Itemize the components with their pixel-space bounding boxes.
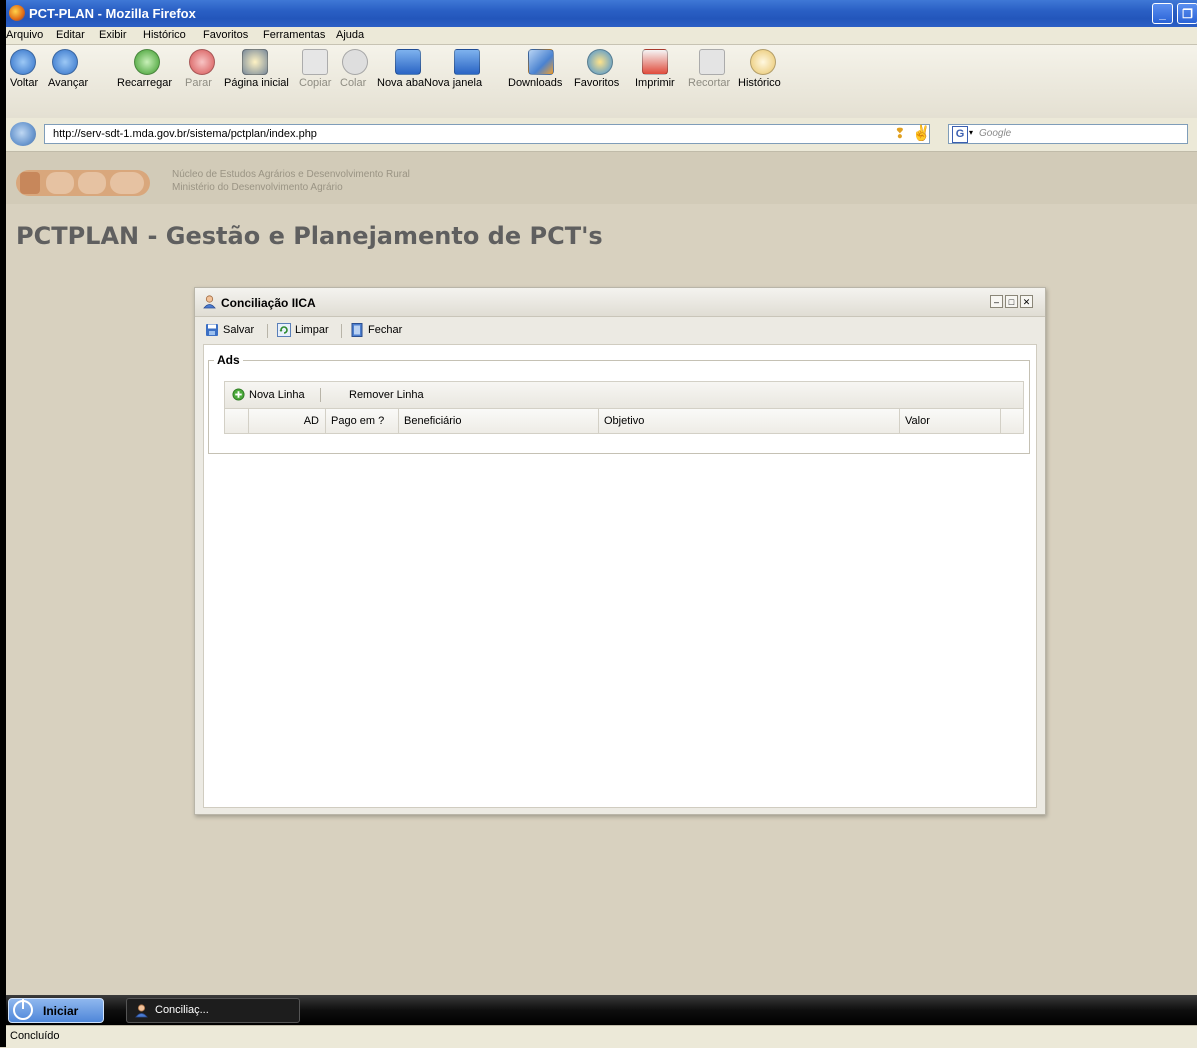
search-input[interactable]: G ▾ Google	[948, 124, 1188, 144]
menu-bar: Arquivo Editar Exibir Histórico Favorito…	[6, 27, 1197, 45]
menu-editar[interactable]: Editar	[56, 29, 85, 41]
print-icon	[642, 49, 668, 75]
bookmarks-icon	[587, 49, 613, 75]
new-window-icon	[454, 49, 480, 75]
taskbar-item-conciliacao[interactable]: Conciliaç...	[126, 998, 300, 1023]
column-valor[interactable]: Valor	[900, 409, 1001, 433]
menu-historico[interactable]: Histórico	[143, 29, 186, 41]
power-icon	[13, 999, 33, 1020]
history-icon	[750, 49, 776, 75]
minimize-button[interactable]: _	[1152, 3, 1173, 24]
bookmarks-button[interactable]: Favoritos	[574, 49, 619, 89]
status-bar: Concluído	[6, 1025, 1197, 1048]
grid-header: AD Pago em ? Beneficiário Objetivo Valor	[225, 409, 1023, 433]
back-button[interactable]: Voltar	[10, 49, 38, 89]
ads-grid: Nova Linha Remover Linha AD Pago em ? Be…	[224, 381, 1024, 434]
status-text: Concluído	[10, 1030, 60, 1042]
new-window-button[interactable]: Nova janela	[424, 49, 482, 89]
new-tab-icon	[395, 49, 421, 75]
cut-button[interactable]: Recortar	[688, 49, 730, 89]
paste-button[interactable]: Colar	[340, 49, 368, 89]
menu-arquivo[interactable]: Arquivo	[6, 29, 43, 41]
restore-button[interactable]: ❐	[1177, 3, 1197, 24]
page-title: PCTPLAN - Gestão e Planejamento de PCT's	[16, 222, 603, 250]
reload-button[interactable]: Recarregar	[117, 49, 172, 89]
close-button[interactable]: Fechar	[350, 323, 402, 337]
user-icon	[135, 1004, 148, 1018]
column-ad[interactable]: AD	[249, 409, 326, 433]
menu-ajuda[interactable]: Ajuda	[336, 29, 364, 41]
clear-button[interactable]: Limpar	[277, 323, 329, 337]
window-close-button[interactable]: ✕	[1020, 295, 1033, 308]
row-numberer-column	[225, 409, 249, 433]
site-header: Núcleo de Estudos Agrários e Desenvolvim…	[6, 152, 1197, 204]
reload-icon	[134, 49, 160, 75]
stop-icon	[189, 49, 215, 75]
menu-exibir[interactable]: Exibir	[99, 29, 127, 41]
downloads-icon	[528, 49, 554, 75]
column-objetivo[interactable]: Objetivo	[599, 409, 900, 433]
user-icon	[203, 295, 216, 309]
menu-favoritos[interactable]: Favoritos	[203, 29, 248, 41]
copy-icon	[302, 49, 328, 75]
window-toolbar: Salvar Limpar Fechar	[195, 317, 1045, 343]
google-engine-icon[interactable]: G	[952, 126, 968, 143]
page-content: Núcleo de Estudos Agrários e Desenvolvim…	[6, 152, 1197, 995]
column-pago-em[interactable]: Pago em ?	[326, 409, 399, 433]
toolbar-separator	[341, 324, 342, 338]
save-icon	[206, 324, 218, 336]
organization-name: Núcleo de Estudos Agrários e Desenvolvim…	[172, 169, 410, 193]
menu-ferramentas[interactable]: Ferramentas	[263, 29, 325, 41]
window-body: Ads Nova Linha Remover Linha AD Pago em …	[203, 344, 1037, 808]
search-placeholder: Google	[979, 128, 1012, 139]
back-icon	[10, 49, 36, 75]
engine-dropdown-icon[interactable]: ▾	[969, 128, 973, 137]
url-input[interactable]: http://serv-sdt-1.mda.gov.br/sistema/pct…	[44, 124, 930, 144]
paste-icon	[342, 49, 368, 75]
window-title: PCT-PLAN - Mozilla Firefox	[29, 6, 196, 21]
door-icon	[351, 323, 363, 337]
grid-toolbar-separator	[320, 388, 321, 402]
save-button[interactable]: Salvar	[205, 323, 254, 337]
address-row: http://serv-sdt-1.mda.gov.br/sistema/pct…	[6, 118, 1197, 152]
history-button[interactable]: Histórico	[738, 49, 781, 89]
url-text: http://serv-sdt-1.mda.gov.br/sistema/pct…	[53, 128, 317, 140]
conciliacao-window: Conciliação IICA – □ ✕ Salvar Limpar Fec…	[194, 287, 1046, 815]
navigation-toolbar: Voltar Avançar Recarregar Parar Página i…	[6, 45, 1197, 119]
window-minimize-button[interactable]: –	[990, 295, 1003, 308]
new-tab-button[interactable]: Nova aba	[377, 49, 424, 89]
page-globe-icon	[10, 122, 36, 146]
cut-icon	[699, 49, 725, 75]
taskbar: Iniciar Conciliaç...	[6, 995, 1197, 1025]
add-icon	[232, 388, 245, 401]
ok-icon[interactable]: ❢	[894, 125, 906, 142]
copy-button[interactable]: Copiar	[299, 49, 331, 89]
grid-toolbar: Nova Linha Remover Linha	[225, 382, 1023, 409]
window-title-text: Conciliação IICA	[221, 296, 316, 310]
nead-logo	[16, 170, 150, 196]
refresh-icon	[277, 323, 291, 337]
window-maximize-button[interactable]: □	[1005, 295, 1018, 308]
browser-titlebar: PCT-PLAN - Mozilla Firefox _ ❐	[6, 0, 1197, 27]
forward-button[interactable]: Avançar	[48, 49, 88, 89]
home-button[interactable]: Página inicial	[224, 49, 289, 89]
remove-row-button[interactable]: Remover Linha	[349, 389, 424, 401]
add-row-button[interactable]: Nova Linha	[232, 388, 305, 401]
ads-legend: Ads	[214, 353, 243, 367]
start-button[interactable]: Iniciar	[8, 998, 104, 1023]
downloads-button[interactable]: Downloads	[508, 49, 562, 89]
column-beneficiario[interactable]: Beneficiário	[399, 409, 599, 433]
forward-icon	[52, 49, 78, 75]
window-header[interactable]: Conciliação IICA – □ ✕	[195, 288, 1045, 317]
home-icon	[242, 49, 268, 75]
go-arrow-icon[interactable]: ✌	[912, 124, 931, 142]
firefox-icon	[9, 5, 25, 21]
print-button[interactable]: Imprimir	[635, 49, 675, 89]
stop-button[interactable]: Parar	[185, 49, 215, 89]
toolbar-separator	[267, 324, 268, 338]
